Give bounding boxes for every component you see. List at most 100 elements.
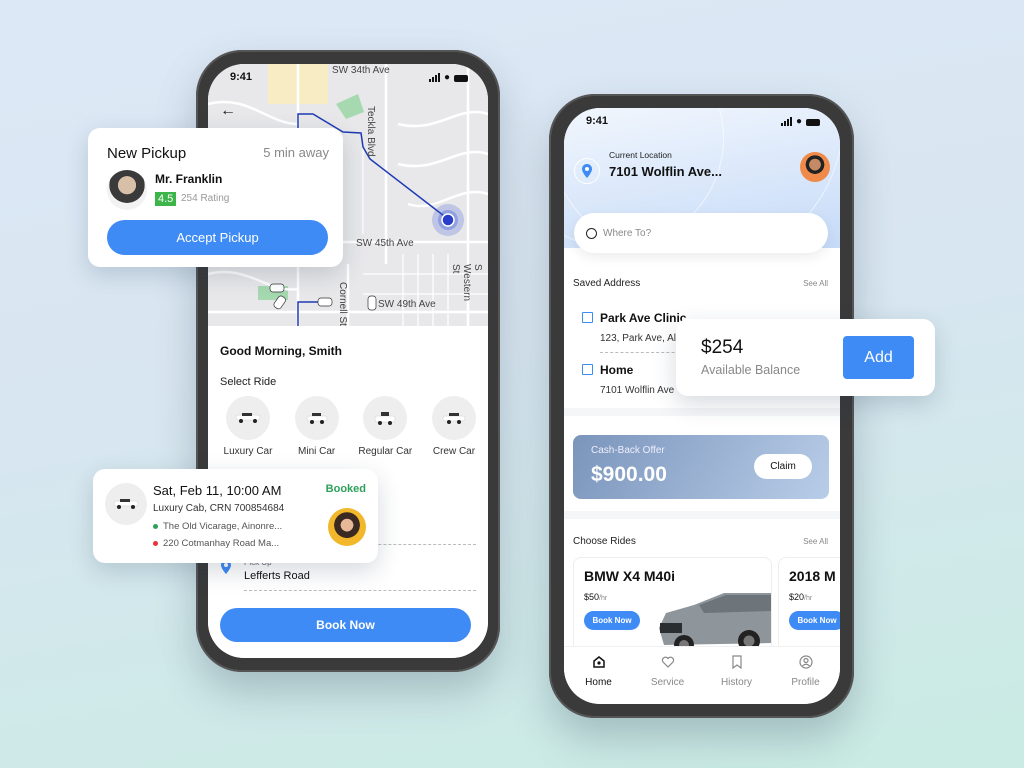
balance-amount: $254 (701, 337, 744, 358)
accept-pickup-button[interactable]: Accept Pickup (107, 220, 328, 255)
search-icon (586, 227, 597, 239)
address-name: Park Ave Clinic (600, 311, 687, 325)
ride-option-luxury[interactable]: Luxury Car (216, 396, 280, 457)
bottom-nav: Home Service History Profile (564, 646, 840, 704)
address-detail: 123, Park Ave, Al (600, 333, 676, 344)
section-divider (564, 511, 840, 519)
car-marker (367, 295, 377, 311)
rating-badge: 4.5 (155, 192, 177, 206)
ride-label: Crew Car (432, 446, 476, 457)
tab-label: Home (585, 677, 612, 688)
booking-card[interactable]: Sat, Feb 11, 10:00 AM Luxury Cab, CRN 70… (93, 469, 378, 563)
battery-icon (454, 75, 468, 82)
rider-name: Mr. Franklin (155, 172, 223, 186)
tab-label: Service (650, 677, 685, 688)
balance-card: $254 Available Balance Add (676, 319, 935, 396)
cashback-banner: Cash-Back Offer $900.00 Claim (573, 435, 829, 499)
book-now-button[interactable]: Book Now (220, 608, 471, 642)
profile-icon (798, 655, 813, 669)
ride-label: Luxury Car (223, 446, 273, 457)
street-label: SW 49th Ave (378, 299, 436, 310)
car-name: 2018 M (789, 568, 836, 584)
building-icon (582, 312, 593, 323)
location-pin-icon (574, 158, 600, 184)
ride-option-mini[interactable]: Mini Car (285, 396, 349, 457)
battery-icon (806, 119, 820, 126)
claim-button[interactable]: Claim (754, 454, 812, 479)
wifi-icon: ● (795, 116, 802, 127)
section-divider (564, 408, 840, 416)
status-bar: 9:41 ● (564, 114, 840, 130)
saved-address-title: Saved Address (573, 278, 641, 289)
street-label: Teckla Blvd (365, 106, 376, 157)
heart-icon (661, 656, 674, 668)
car-icon (442, 413, 466, 424)
booking-from: The Old Vicarage, Ainonre... (153, 521, 282, 532)
booking-cab: Luxury Cab, CRN 700854684 (153, 503, 285, 514)
book-now-button[interactable]: Book Now (584, 611, 640, 630)
see-all-addresses-link[interactable]: See All (803, 279, 828, 288)
ride-options: Luxury Car Mini Car Regular Car Crew Car (216, 396, 486, 457)
car-price: $20/hr (789, 592, 813, 602)
pickup-eta: 5 min away (263, 145, 329, 160)
car-icon (306, 413, 327, 424)
status-time: 9:41 (586, 115, 609, 127)
select-ride-label: Select Ride (220, 376, 277, 388)
add-balance-button[interactable]: Add (843, 336, 914, 379)
tab-label: Profile (791, 677, 820, 688)
origin-dot-icon (153, 523, 158, 529)
phone-rider-app: Current Location 7101 Wolflin Ave... 9:4… (549, 94, 854, 718)
pickup-title: New Pickup (107, 145, 187, 162)
ride-label: Regular Car (358, 446, 413, 457)
wifi-icon: ● (443, 72, 450, 83)
ride-option-crew[interactable]: Crew Car (422, 396, 486, 457)
balance-label: Available Balance (701, 363, 801, 377)
tab-history[interactable]: History (707, 655, 767, 704)
car-marker (317, 297, 333, 307)
bookmark-icon (731, 655, 742, 669)
greeting: Good Morning, Smith (220, 344, 342, 358)
status-badge: Booked (325, 483, 366, 495)
car-icon (113, 499, 139, 509)
cashback-label: Cash-Back Offer (591, 445, 665, 456)
ride-option-regular[interactable]: Regular Car (353, 396, 417, 457)
car-name: BMW X4 M40i (584, 568, 676, 584)
current-location-value[interactable]: 7101 Wolflin Ave... (609, 164, 722, 179)
car-price: $50/hr (584, 592, 608, 602)
arrow-left-icon[interactable]: ← (220, 102, 236, 120)
cashback-amount: $900.00 (591, 463, 667, 486)
street-label: SW 45th Ave (356, 238, 414, 249)
status-time: 9:41 (230, 71, 253, 83)
car-marker (269, 283, 285, 293)
tab-service[interactable]: Service (638, 655, 698, 704)
street-label: Cornell St (337, 282, 348, 326)
pickup-value: Lefferts Road (244, 570, 310, 582)
new-pickup-card: New Pickup 5 min away Mr. Franklin 4.5 2… (88, 128, 343, 267)
tab-profile[interactable]: Profile (776, 655, 836, 704)
tab-label: History (720, 677, 753, 688)
book-now-button[interactable]: Book Now (789, 611, 840, 630)
street-label: S Western St (450, 264, 483, 302)
home-icon (592, 656, 605, 668)
divider (244, 590, 476, 591)
car-icon-circle (105, 483, 147, 525)
booking-datetime: Sat, Feb 11, 10:00 AM (153, 483, 282, 498)
tab-home[interactable]: Home (569, 655, 629, 704)
current-location-marker (441, 213, 455, 227)
rating-count: 254 Rating (181, 193, 230, 204)
car-icon (375, 412, 396, 425)
see-all-rides-link[interactable]: See All (803, 537, 828, 546)
ride-label: Mini Car (298, 446, 336, 457)
current-location-label: Current Location (609, 150, 672, 160)
signal-icon (780, 117, 792, 126)
search-input[interactable]: Where To? (574, 213, 828, 253)
address-name: Home (600, 363, 634, 377)
address-detail: 7101 Wolflin Ave (600, 385, 675, 396)
avatar (328, 508, 366, 546)
avatar[interactable] (800, 152, 830, 182)
map-park (336, 94, 364, 119)
status-bar: 9:41 ● (208, 70, 488, 86)
choose-rides-title: Choose Rides (573, 536, 636, 547)
rider-screen: Current Location 7101 Wolflin Ave... 9:4… (564, 108, 840, 704)
car-icon (235, 413, 261, 423)
